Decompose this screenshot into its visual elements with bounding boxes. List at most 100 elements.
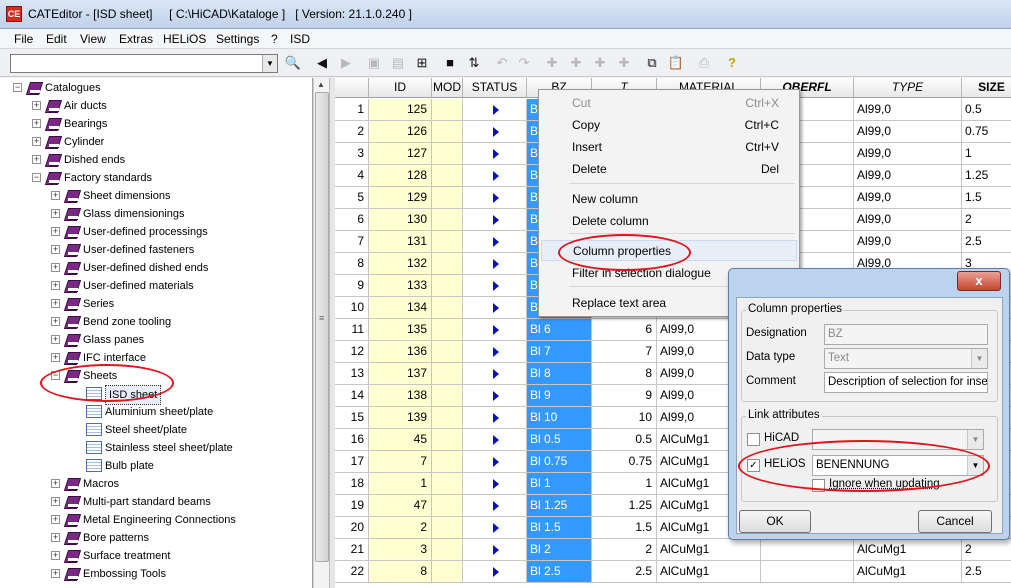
collapse-icon[interactable]: − — [32, 173, 41, 182]
row-number[interactable]: 19 — [335, 495, 369, 517]
cell-t[interactable]: 0.75 — [592, 451, 657, 473]
cell-id[interactable]: 133 — [369, 275, 432, 297]
cell-oberfl[interactable] — [761, 561, 854, 583]
cell-id[interactable]: 127 — [369, 143, 432, 165]
tree-node[interactable]: + Bend zone tooling — [0, 313, 312, 331]
cell-size[interactable]: 2.5 — [962, 561, 1011, 583]
cell-bz[interactable]: Bl 7 — [527, 341, 592, 363]
expand-icon[interactable]: + — [51, 569, 60, 578]
row-number[interactable]: 21 — [335, 539, 369, 561]
tree-icon[interactable]: ⊞ — [413, 54, 431, 72]
cell-mod[interactable] — [432, 121, 463, 143]
cell-id[interactable]: 137 — [369, 363, 432, 385]
cell-type[interactable]: Al99,0 — [854, 121, 962, 143]
cell-status[interactable] — [463, 407, 527, 429]
cell-type[interactable]: Al99,0 — [854, 187, 962, 209]
cell-t[interactable]: 2.5 — [592, 561, 657, 583]
expand-icon[interactable]: + — [51, 191, 60, 200]
help-icon[interactable]: ? — [723, 54, 741, 72]
tree-node[interactable]: + Macros — [0, 475, 312, 493]
cell-mod[interactable] — [432, 473, 463, 495]
cell-mod[interactable] — [432, 451, 463, 473]
cell-type[interactable]: Al99,0 — [854, 209, 962, 231]
cell-size[interactable]: 1 — [962, 143, 1011, 165]
binoculars-icon[interactable]: 🔍 — [284, 54, 302, 72]
column-header-size[interactable]: SIZE — [962, 78, 1011, 98]
cell-mod[interactable] — [432, 363, 463, 385]
cell-id[interactable]: 130 — [369, 209, 432, 231]
cell-status[interactable] — [463, 187, 527, 209]
menu-item-new-column[interactable]: New column — [541, 189, 797, 210]
menu-item-delete[interactable]: Delete Del — [541, 159, 797, 180]
expand-icon[interactable]: + — [32, 155, 41, 164]
close-button[interactable]: x — [957, 271, 1001, 291]
expand-icon[interactable]: + — [51, 209, 60, 218]
expand-icon[interactable]: + — [51, 227, 60, 236]
cell-status[interactable] — [463, 121, 527, 143]
tree-node[interactable]: + Sheet dimensions — [0, 187, 312, 205]
menu-help[interactable]: ? — [271, 32, 278, 46]
cell-mod[interactable] — [432, 99, 463, 121]
cell-bz[interactable]: Bl 1.25 — [527, 495, 592, 517]
copy-icon[interactable]: ⧉ — [643, 54, 661, 72]
cell-size[interactable]: 2.5 — [962, 231, 1011, 253]
cell-mod[interactable] — [432, 561, 463, 583]
tree-node[interactable]: Bulb plate — [0, 457, 312, 475]
tree-node[interactable]: + Surface treatment — [0, 547, 312, 565]
cell-id[interactable]: 136 — [369, 341, 432, 363]
cell-id[interactable]: 139 — [369, 407, 432, 429]
expand-icon[interactable]: + — [51, 281, 60, 290]
expand-icon[interactable]: + — [51, 551, 60, 560]
cell-mod[interactable] — [432, 143, 463, 165]
cell-id[interactable]: 129 — [369, 187, 432, 209]
scroll-up-icon[interactable]: ▲ — [317, 80, 325, 89]
cell-mod[interactable] — [432, 495, 463, 517]
cell-bz[interactable]: Bl 2.5 — [527, 561, 592, 583]
cell-mod[interactable] — [432, 319, 463, 341]
expand-icon[interactable]: + — [51, 299, 60, 308]
expand-icon[interactable]: + — [51, 317, 60, 326]
cell-status[interactable] — [463, 495, 527, 517]
cell-t[interactable]: 6 — [592, 319, 657, 341]
cell-type[interactable]: AlCuMg1 — [854, 539, 962, 561]
cell-size[interactable]: 0.75 — [962, 121, 1011, 143]
cell-id[interactable]: 128 — [369, 165, 432, 187]
cell-size[interactable]: 0.5 — [962, 99, 1011, 121]
cell-status[interactable] — [463, 363, 527, 385]
cell-status[interactable] — [463, 99, 527, 121]
expand-icon[interactable]: + — [51, 479, 60, 488]
cell-material[interactable]: AlCuMg1 — [657, 539, 761, 561]
cell-status[interactable] — [463, 473, 527, 495]
cell-size[interactable]: 2 — [962, 209, 1011, 231]
row-number[interactable]: 7 — [335, 231, 369, 253]
tree-node[interactable]: + User-defined processings — [0, 223, 312, 241]
column-header-status[interactable]: STATUS — [463, 78, 527, 98]
cell-t[interactable]: 1.25 — [592, 495, 657, 517]
tree-node[interactable]: + Multi-part standard beams — [0, 493, 312, 511]
cell-status[interactable] — [463, 165, 527, 187]
cell-bz[interactable]: Bl 6 — [527, 319, 592, 341]
cell-mod[interactable] — [432, 539, 463, 561]
row-number[interactable]: 1 — [335, 99, 369, 121]
append-row-icon[interactable]: ✚ — [567, 54, 585, 72]
menu-item-insert[interactable]: Insert Ctrl+V — [541, 137, 797, 158]
row-number[interactable]: 20 — [335, 517, 369, 539]
cell-bz[interactable]: Bl 0.5 — [527, 429, 592, 451]
menu-file[interactable]: File — [14, 32, 33, 46]
hicad-checkbox[interactable] — [747, 433, 760, 446]
row-number[interactable]: 6 — [335, 209, 369, 231]
menu-edit[interactable]: Edit — [46, 32, 67, 46]
cell-material[interactable]: AlCuMg1 — [657, 561, 761, 583]
menu-helios[interactable]: HELiOS — [163, 32, 206, 46]
cell-status[interactable] — [463, 231, 527, 253]
tree-node[interactable]: Aluminium sheet/plate — [0, 403, 312, 421]
cell-mod[interactable] — [432, 209, 463, 231]
row-number[interactable]: 14 — [335, 385, 369, 407]
insert-column-icon[interactable]: ✚ — [591, 54, 609, 72]
cell-status[interactable] — [463, 561, 527, 583]
tree-scrollbar[interactable]: ▲ ≡ — [313, 78, 330, 588]
chevron-down-icon[interactable]: ▼ — [971, 349, 987, 368]
cell-mod[interactable] — [432, 253, 463, 275]
cell-id[interactable]: 7 — [369, 451, 432, 473]
row-number[interactable]: 4 — [335, 165, 369, 187]
